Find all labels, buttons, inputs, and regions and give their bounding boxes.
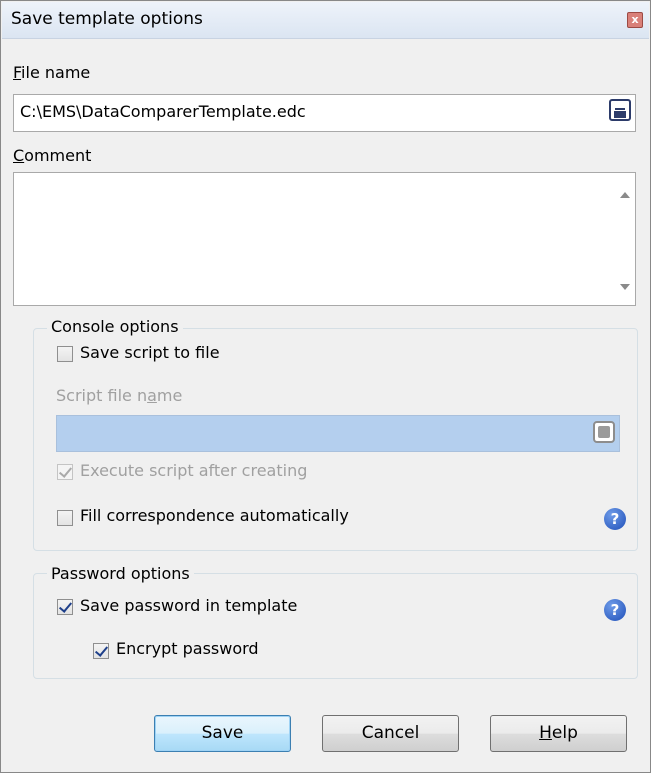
execute-script-label[interactable]: Execute script after creating xyxy=(80,461,307,480)
file-name-input[interactable]: C:\EMS\DataComparerTemplate.edc xyxy=(13,94,636,132)
script-file-label-pre: Script file n xyxy=(56,386,148,405)
console-options-title: Console options xyxy=(47,317,183,336)
file-name-label-accel: F xyxy=(13,63,22,82)
save-template-dialog: Save template options x File name C:\EMS… xyxy=(0,0,651,773)
scroll-up-icon[interactable] xyxy=(620,192,630,198)
script-file-label-accel: a xyxy=(147,386,157,405)
password-help-icon[interactable]: ? xyxy=(604,599,626,621)
script-file-label-post: me xyxy=(156,386,183,405)
password-options-group xyxy=(33,573,638,679)
scroll-down-icon[interactable] xyxy=(620,284,630,290)
execute-script-checkbox[interactable] xyxy=(57,464,73,480)
help-button-accel: H xyxy=(539,723,552,743)
comment-label: Comment xyxy=(13,146,91,165)
save-disk-icon[interactable] xyxy=(609,99,631,121)
encrypt-password-checkbox[interactable] xyxy=(93,643,109,659)
help-button-text: elp xyxy=(551,723,578,743)
help-icon[interactable]: ? xyxy=(604,508,626,530)
encrypt-password-label[interactable]: Encrypt password xyxy=(116,639,259,658)
comment-scrollbar[interactable] xyxy=(615,174,634,304)
script-file-name-label: Script file name xyxy=(56,386,182,405)
cancel-button[interactable]: Cancel xyxy=(322,715,459,752)
save-password-label[interactable]: Save password in template xyxy=(80,596,297,615)
browse-script-icon[interactable] xyxy=(593,421,615,443)
file-name-label: File name xyxy=(13,63,90,82)
comment-textarea[interactable] xyxy=(13,172,636,306)
script-file-name-input[interactable] xyxy=(56,415,620,452)
fill-correspondence-label[interactable]: Fill correspondence automatically xyxy=(80,506,349,525)
save-script-checkbox[interactable] xyxy=(57,346,73,362)
help-button[interactable]: Help xyxy=(490,715,627,752)
fill-correspondence-checkbox[interactable] xyxy=(57,510,73,526)
close-icon[interactable]: x xyxy=(627,12,643,28)
save-button[interactable]: Save xyxy=(154,715,291,752)
password-options-title: Password options xyxy=(47,564,194,583)
title-bar[interactable]: Save template options x xyxy=(2,2,649,39)
save-password-checkbox[interactable] xyxy=(57,599,73,615)
comment-label-text: omment xyxy=(24,146,92,165)
file-name-value: C:\EMS\DataComparerTemplate.edc xyxy=(20,102,306,121)
comment-label-accel: C xyxy=(13,146,25,165)
save-script-label[interactable]: Save script to file xyxy=(80,343,220,362)
file-name-label-text: ile name xyxy=(21,63,91,82)
dialog-title: Save template options xyxy=(11,9,203,29)
